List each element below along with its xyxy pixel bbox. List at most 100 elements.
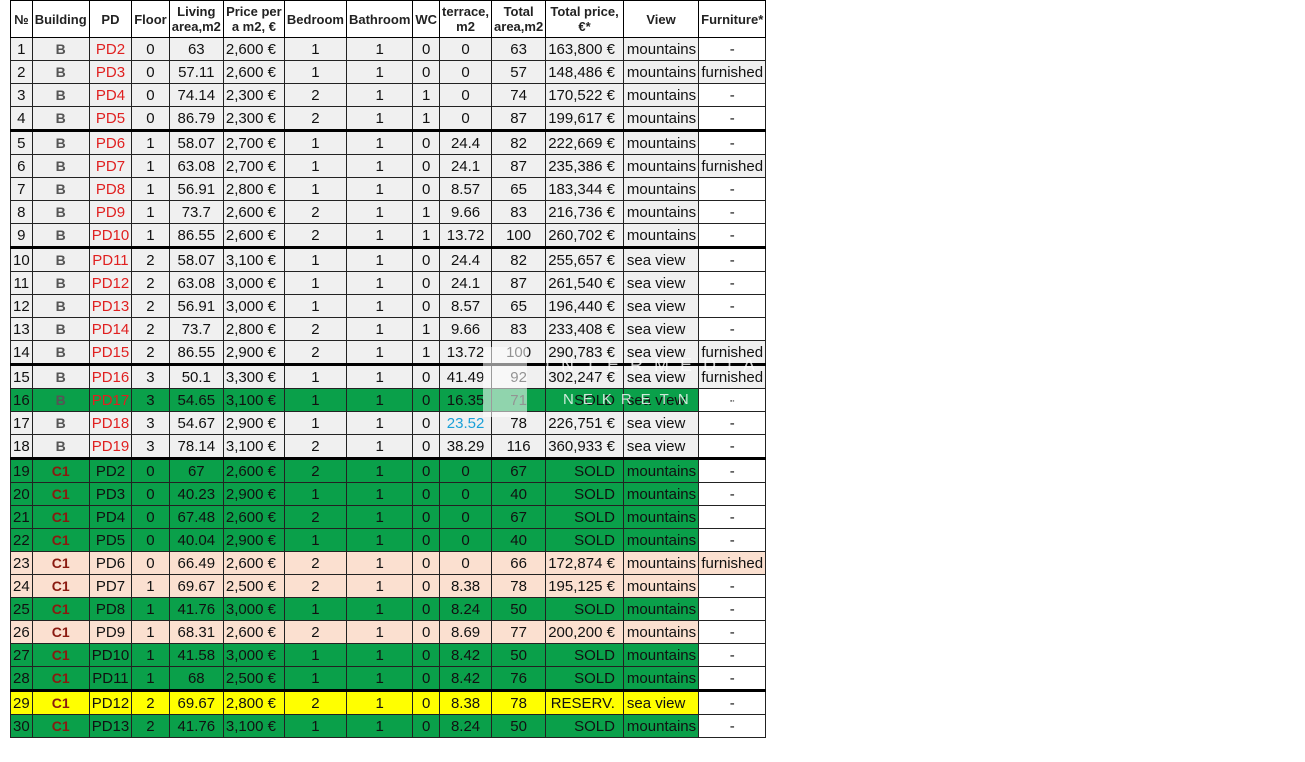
cell-bed[interactable]: 2 [283, 340, 347, 365]
cell-bath[interactable]: 1 [345, 714, 414, 738]
cell-ppm[interactable]: 2,500 € [222, 574, 285, 598]
cell-bed[interactable]: 2 [283, 200, 347, 224]
cell-total-area[interactable]: 92 [491, 363, 547, 389]
cell-terrace[interactable]: 0 [439, 505, 493, 529]
cell-building[interactable]: C1 [31, 457, 90, 483]
cell-total-price[interactable]: 148,486 € [545, 60, 624, 84]
cell-ppm[interactable]: 2,600 € [222, 223, 285, 248]
cell-pd[interactable]: PD8 [88, 177, 133, 201]
column-header-bed[interactable]: Bedroom [283, 0, 347, 38]
cell-floor[interactable]: 2 [131, 246, 170, 272]
cell-no[interactable]: 12 [10, 294, 33, 318]
cell-pd[interactable]: PD11 [88, 666, 133, 691]
cell-wc[interactable]: 0 [412, 689, 441, 715]
cell-floor[interactable]: 1 [131, 620, 170, 644]
table-row[interactable]: 7 B PD8 1 56.91 2,800 €1 1 0 8.57 65 183,344 € moun… [10, 177, 767, 201]
cell-bed[interactable]: 1 [283, 482, 347, 506]
cell-building[interactable]: B [31, 340, 90, 365]
cell-total-price[interactable]: 196,440 € [545, 294, 624, 318]
cell-wc[interactable]: 0 [412, 363, 441, 389]
cell-pd[interactable]: PD7 [88, 154, 133, 178]
cell-no[interactable]: 25 [10, 597, 33, 621]
cell-bath[interactable]: 1 [345, 271, 414, 295]
cell-building[interactable]: C1 [31, 505, 90, 529]
cell-ppm[interactable]: 2,900 € [222, 411, 285, 435]
cell-terrace[interactable]: 0 [439, 60, 493, 84]
cell-building[interactable]: B [31, 294, 90, 318]
cell-building[interactable]: C1 [31, 551, 90, 575]
cell-no[interactable]: 2 [10, 60, 33, 84]
cell-pd[interactable]: PD2 [88, 457, 133, 483]
cell-total-area[interactable]: 77 [491, 620, 547, 644]
cell-bath[interactable]: 1 [345, 574, 414, 598]
cell-terrace[interactable]: 8.57 [439, 177, 493, 201]
cell-wc[interactable]: 0 [412, 551, 441, 575]
cell-living[interactable]: 69.67 [168, 574, 224, 598]
cell-building[interactable]: C1 [31, 574, 90, 598]
cell-view[interactable]: mountains [622, 643, 700, 667]
cell-bed[interactable]: 1 [283, 714, 347, 738]
cell-no[interactable]: 10 [10, 246, 33, 272]
cell-furniture[interactable]: - [698, 666, 767, 691]
cell-view[interactable]: sea view [622, 434, 700, 459]
cell-wc[interactable]: 0 [412, 411, 441, 435]
cell-terrace[interactable]: 8.42 [439, 666, 493, 691]
cell-pd[interactable]: PD9 [88, 200, 133, 224]
table-row[interactable]: 19 C1 PD2 0 67 2,600 €2 1 0 0 67 SOLD mountains - [10, 457, 767, 483]
cell-pd[interactable]: PD15 [88, 340, 133, 365]
cell-total-price[interactable]: 235,386 € [545, 154, 624, 178]
cell-bath[interactable]: 1 [345, 177, 414, 201]
cell-total-price[interactable]: 233,408 € [545, 317, 624, 341]
cell-furniture[interactable]: - [698, 620, 767, 644]
cell-floor[interactable]: 1 [131, 597, 170, 621]
table-row[interactable]: 15 B PD16 3 50.1 3,300 €1 1 0 41.49 92 302,247 € se… [10, 363, 767, 389]
cell-bed[interactable]: 1 [283, 643, 347, 667]
column-header-no[interactable]: № [10, 0, 33, 38]
table-row[interactable]: 17 B PD18 3 54.67 2,900 €1 1 0 23.52 78 226,751 € s… [10, 411, 767, 435]
cell-terrace[interactable]: 0 [439, 457, 493, 483]
table-row[interactable]: 24 C1 PD7 1 69.67 2,500 €2 1 0 8.38 78 195,125 € mo… [10, 574, 767, 598]
cell-no[interactable]: 19 [10, 457, 33, 483]
column-header-building[interactable]: Building [31, 0, 90, 38]
cell-no[interactable]: 28 [10, 666, 33, 691]
cell-floor[interactable]: 0 [131, 505, 170, 529]
cell-furniture[interactable]: - [698, 388, 767, 412]
cell-view[interactable]: sea view [622, 689, 700, 715]
cell-building[interactable]: B [31, 271, 90, 295]
column-header-floor[interactable]: Floor [131, 0, 170, 38]
cell-living[interactable]: 73.7 [168, 317, 224, 341]
table-row[interactable]: 23 C1 PD6 0 66.49 2,600 €2 1 0 0 66 172,874 € mount… [10, 551, 767, 575]
cell-building[interactable]: B [31, 388, 90, 412]
cell-pd[interactable]: PD13 [88, 294, 133, 318]
cell-bed[interactable]: 1 [283, 528, 347, 552]
cell-terrace[interactable]: 8.24 [439, 714, 493, 738]
cell-building[interactable]: C1 [31, 620, 90, 644]
cell-wc[interactable]: 0 [412, 597, 441, 621]
cell-no[interactable]: 14 [10, 340, 33, 365]
cell-bed[interactable]: 1 [283, 129, 347, 155]
cell-building[interactable]: B [31, 177, 90, 201]
cell-total-price[interactable]: SOLD [545, 505, 624, 529]
cell-ppm[interactable]: 3,100 € [222, 388, 285, 412]
table-row[interactable]: 18 B PD19 3 78.14 3,100 €2 1 0 38.29 116 360,933 €… [10, 434, 767, 459]
table-row[interactable]: 10 B PD11 2 58.07 3,100 €1 1 0 24.4 82 255,657 € se… [10, 246, 767, 272]
cell-ppm[interactable]: 2,900 € [222, 482, 285, 506]
table-row[interactable]: 27 C1 PD10 1 41.58 3,000 €1 1 0 8.42 50 SOLD mounta… [10, 643, 767, 667]
cell-wc[interactable]: 0 [412, 666, 441, 691]
cell-living[interactable]: 67 [168, 457, 224, 483]
cell-floor[interactable]: 1 [131, 574, 170, 598]
cell-ppm[interactable]: 3,100 € [222, 434, 285, 459]
cell-wc[interactable]: 0 [412, 643, 441, 667]
cell-living[interactable]: 58.07 [168, 129, 224, 155]
cell-bath[interactable]: 1 [345, 528, 414, 552]
cell-bath[interactable]: 1 [345, 340, 414, 365]
column-header-bath[interactable]: Bathroom [345, 0, 414, 38]
cell-floor[interactable]: 0 [131, 37, 170, 61]
cell-pd[interactable]: PD17 [88, 388, 133, 412]
cell-living[interactable]: 86.79 [168, 106, 224, 131]
cell-bath[interactable]: 1 [345, 620, 414, 644]
column-header-wc[interactable]: WC [412, 0, 441, 38]
cell-total-price[interactable]: 170,522 € [545, 83, 624, 107]
table-row[interactable]: 30 C1 PD13 2 41.76 3,100 €1 1 0 8.24 50 SOLD mounta… [10, 714, 767, 738]
cell-view[interactable]: mountains [622, 457, 700, 483]
